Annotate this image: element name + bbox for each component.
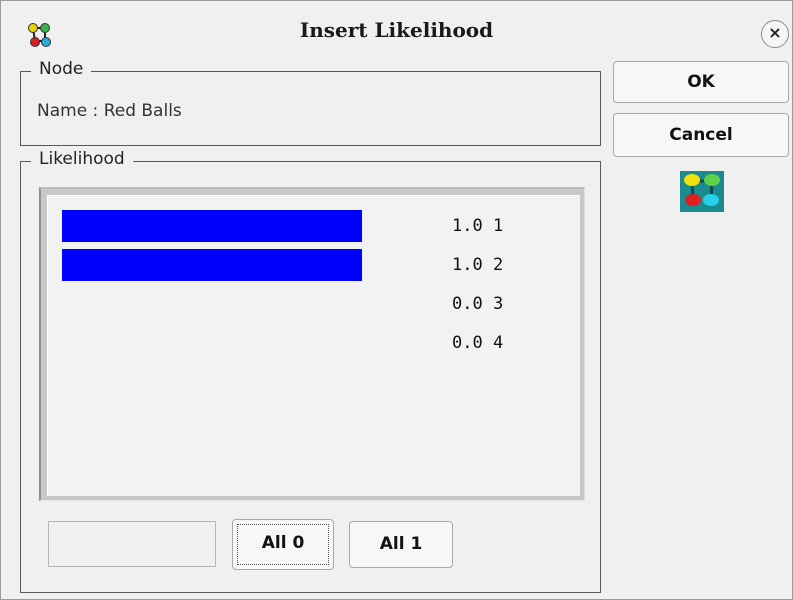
close-button[interactable]: × bbox=[761, 20, 789, 48]
cancel-button[interactable]: Cancel bbox=[613, 113, 789, 157]
likelihood-list[interactable]: 1.0 1 1.0 2 0.0 3 0.0 4 bbox=[47, 195, 580, 496]
focus-rectangle bbox=[237, 524, 329, 565]
title-bar: Insert Likelihood × bbox=[1, 1, 792, 53]
node-group: Node Name : Red Balls bbox=[20, 59, 601, 146]
likelihood-value-label: 0.0 4 bbox=[452, 333, 504, 353]
close-icon: × bbox=[768, 23, 782, 42]
likelihood-list-panel[interactable]: 1.0 1 1.0 2 0.0 3 0.0 4 bbox=[39, 187, 585, 501]
likelihood-value-label: 0.0 3 bbox=[452, 294, 504, 314]
likelihood-bar[interactable] bbox=[62, 249, 362, 281]
all-1-label: All 1 bbox=[379, 534, 423, 554]
likelihood-value-input[interactable] bbox=[48, 521, 216, 567]
likelihood-value-label: 1.0 2 bbox=[452, 255, 504, 275]
all-1-button[interactable]: All 1 bbox=[349, 521, 453, 568]
node-name-label: Name : Red Balls bbox=[37, 101, 182, 121]
likelihood-group-legend: Likelihood bbox=[31, 149, 133, 169]
dialog-title: Insert Likelihood bbox=[299, 18, 494, 42]
likelihood-bar[interactable] bbox=[62, 210, 362, 242]
ok-button[interactable]: OK bbox=[613, 61, 789, 103]
likelihood-group: Likelihood 1.0 1 1.0 2 0.0 3 0.0 4 All 0 Al… bbox=[20, 149, 601, 593]
node-group-legend: Node bbox=[31, 59, 92, 79]
insert-likelihood-dialog: Insert Likelihood × Node Name : Red Ball… bbox=[0, 0, 793, 600]
network-nodes-icon[interactable] bbox=[680, 171, 724, 212]
all-0-button[interactable]: All 0 bbox=[232, 519, 334, 570]
likelihood-value-label: 1.0 1 bbox=[452, 216, 504, 236]
